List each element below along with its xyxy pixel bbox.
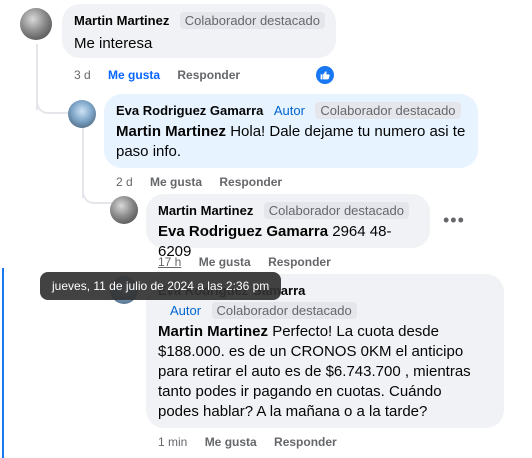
comment-text: Me interesa — [74, 35, 153, 52]
reply-button[interactable]: Responder — [268, 255, 331, 269]
author-tag: Autor — [273, 103, 305, 118]
like-button[interactable]: Me gusta — [108, 68, 160, 82]
top-contributor-badge: Colaborador destacado — [315, 102, 461, 119]
mention-link[interactable]: Martin Martinez — [158, 323, 268, 340]
avatar[interactable] — [20, 8, 52, 40]
comment-author[interactable]: Martin Martinez — [158, 203, 253, 218]
reply-button[interactable]: Responder — [219, 175, 282, 189]
comment-author[interactable]: Eva Rodriguez Gamarra — [116, 103, 263, 118]
thread-connector — [36, 64, 68, 114]
like-button[interactable]: Me gusta — [150, 175, 202, 189]
top-contributor-badge: Colaborador destacado — [211, 302, 357, 319]
reply-button[interactable]: Responder — [274, 435, 337, 449]
comment-bubble: Martin Martinez Colaborador destacado Me… — [62, 4, 336, 58]
mention-link[interactable]: Martin Martinez — [116, 123, 226, 140]
like-button[interactable]: Me gusta — [199, 255, 251, 269]
timestamp-tooltip: jueves, 11 de julio de 2024 a las 2:36 p… — [40, 272, 282, 300]
author-tag: Autor — [170, 303, 202, 318]
top-contributor-badge: Colaborador destacado — [263, 202, 409, 219]
mention-link[interactable]: Eva Rodriguez Gamarra — [158, 223, 328, 240]
avatar[interactable] — [110, 196, 138, 224]
comment-timestamp[interactable]: 1 min — [158, 435, 187, 449]
comment-timestamp[interactable]: 3 d — [74, 68, 91, 82]
comment-author[interactable]: Martin Martinez — [74, 13, 169, 28]
comment-timestamp[interactable]: 17 h — [158, 255, 181, 269]
comment-actions: 2 d Me gusta Responder — [116, 175, 296, 189]
comment-text: Martin Martinez Perfecto! La cuota desde… — [158, 323, 471, 420]
more-options-icon[interactable]: ••• — [443, 210, 465, 231]
like-button[interactable]: Me gusta — [205, 435, 257, 449]
comment-actions: 17 h Me gusta Responder — [158, 255, 345, 269]
thumbs-up-icon[interactable] — [316, 66, 334, 84]
comment-actions: 3 d Me gusta Responder — [74, 68, 254, 82]
thread-connector — [82, 180, 112, 204]
reply-button[interactable]: Responder — [177, 68, 240, 82]
avatar[interactable] — [68, 100, 96, 128]
comment-bubble: Eva Rodriguez Gamarra Autor Colaborador … — [104, 94, 478, 168]
focus-line — [2, 268, 4, 458]
top-contributor-badge: Colaborador destacado — [179, 12, 325, 29]
comment-text: Martin Martinez Hola! Dale dejame tu num… — [116, 123, 466, 160]
comment-timestamp[interactable]: 2 d — [116, 175, 133, 189]
comment-actions: 1 min Me gusta Responder — [158, 435, 351, 449]
comment-bubble: Martin Martinez Colaborador destacado Ev… — [146, 194, 430, 260]
